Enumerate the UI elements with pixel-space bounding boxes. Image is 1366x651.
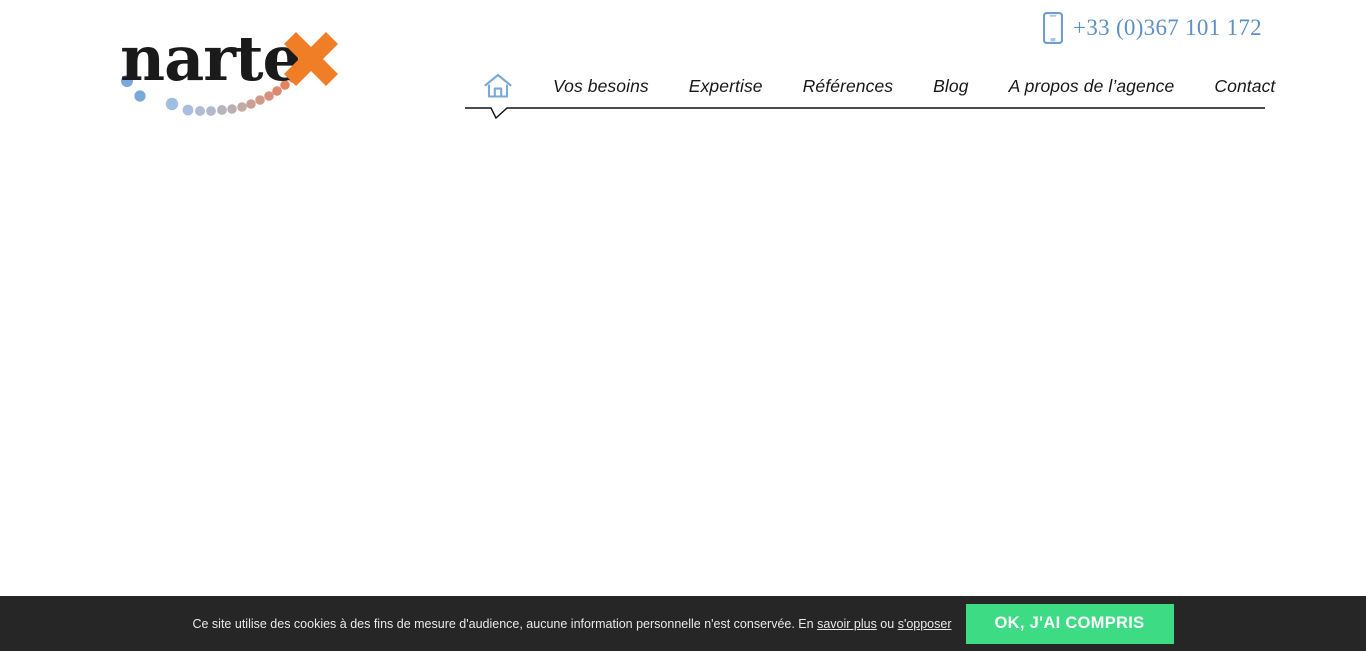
- cookie-optout-link[interactable]: s'opposer: [898, 617, 952, 631]
- sidebar-item-a-propos[interactable]: A propos de l’agence: [1009, 64, 1175, 108]
- page-content-area: [0, 125, 1366, 596]
- nav-link-a-propos[interactable]: A propos de l’agence: [1009, 76, 1175, 97]
- nav-link-vos-besoins[interactable]: Vos besoins: [553, 76, 649, 97]
- nartex-logo-icon: narte: [120, 22, 339, 116]
- home-icon: [484, 73, 512, 98]
- cookie-accept-button[interactable]: OK, J'AI COMPRIS: [965, 603, 1174, 644]
- cookie-consent-banner: Ce site utilise des cookies à des fins d…: [0, 596, 1366, 651]
- sidebar-item-contact[interactable]: Contact: [1214, 64, 1275, 108]
- nav-link-expertise[interactable]: Expertise: [689, 76, 763, 97]
- cookie-message: Ce site utilise des cookies à des fins d…: [192, 616, 951, 632]
- nav-link-home[interactable]: [483, 72, 513, 100]
- sidebar-item-blog[interactable]: Blog: [933, 64, 968, 108]
- nav-active-indicator: [465, 107, 1265, 120]
- sidebar-item-vos-besoins[interactable]: Vos besoins: [553, 64, 649, 108]
- sidebar-item-references[interactable]: Références: [803, 64, 894, 108]
- mobile-phone-icon: [1043, 12, 1064, 44]
- logo-link[interactable]: narte: [118, 18, 358, 123]
- svg-text:narte: narte: [120, 22, 301, 95]
- site-header: narte +33 (0)367 101 172 Vos besoins Exp…: [0, 0, 1366, 125]
- sidebar-item-expertise[interactable]: Expertise: [689, 64, 763, 108]
- nav-link-contact[interactable]: Contact: [1214, 76, 1275, 97]
- phone-number: +33 (0)367 101 172: [1073, 15, 1262, 40]
- cookie-message-between: ou: [876, 616, 898, 631]
- cookie-learn-more-link[interactable]: savoir plus: [817, 617, 877, 631]
- cookie-message-lead: Ce site utilise des cookies à des fins d…: [192, 616, 818, 631]
- sidebar-item-home[interactable]: [483, 64, 513, 108]
- nav-link-references[interactable]: Références: [803, 76, 894, 97]
- nav-link-blog[interactable]: Blog: [933, 76, 968, 97]
- page-root: narte +33 (0)367 101 172 Vos besoins Exp…: [0, 0, 1366, 651]
- cookie-banner-inner: Ce site utilise des cookies à des fins d…: [0, 596, 1366, 651]
- nav-list: Vos besoins Expertise Références Blog A …: [465, 64, 1275, 108]
- phone-link[interactable]: +33 (0)367 101 172: [1043, 12, 1262, 44]
- main-navigation: Vos besoins Expertise Références Blog A …: [465, 64, 1275, 108]
